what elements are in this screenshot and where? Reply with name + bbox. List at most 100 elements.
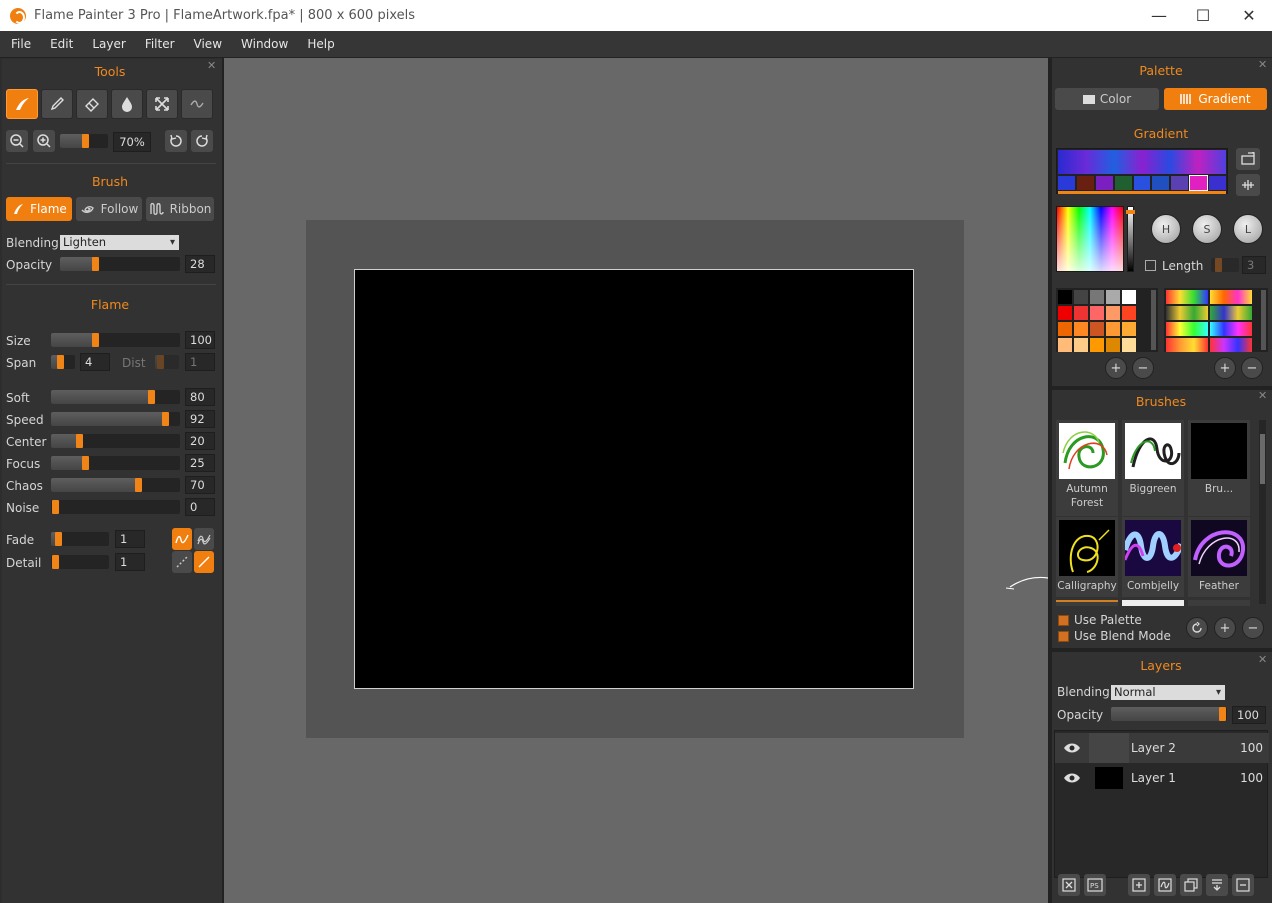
detail-dotted-button[interactable] (172, 551, 192, 573)
fade-mode-b-button[interactable] (194, 528, 214, 550)
menu-edit[interactable]: Edit (39, 37, 81, 51)
focus-value[interactable]: 25 (185, 454, 215, 472)
speed-value[interactable]: 92 (185, 410, 215, 428)
swatch[interactable] (1106, 322, 1120, 336)
gradient-preset[interactable] (1210, 306, 1252, 320)
blur-tool[interactable] (111, 89, 143, 119)
lightness-knob[interactable]: L (1233, 214, 1263, 244)
brush-biggreen[interactable]: Biggreen (1122, 420, 1184, 516)
focus-slider[interactable] (51, 456, 180, 470)
rotate-right-button[interactable] (191, 130, 213, 152)
gradient-stop[interactable] (1189, 175, 1209, 191)
gradient-stop[interactable] (1171, 176, 1189, 190)
merge-down-button[interactable] (1206, 874, 1228, 896)
dist-slider[interactable] (155, 355, 179, 369)
new-layer-button[interactable] (1128, 874, 1150, 896)
flame-mode-button[interactable]: Flame (6, 197, 72, 221)
add-gradient-button[interactable]: + (1214, 357, 1236, 379)
zoom-out-button[interactable] (6, 130, 28, 152)
span-slider[interactable] (51, 355, 75, 369)
smudge-tool[interactable] (181, 89, 213, 119)
swatch[interactable] (1074, 306, 1088, 320)
lightness-marker[interactable] (1126, 210, 1135, 214)
export-psd-button[interactable]: PS (1084, 874, 1106, 896)
swatch[interactable] (1058, 306, 1072, 320)
drawing-canvas[interactable] (354, 269, 914, 689)
swatch[interactable] (1122, 338, 1136, 352)
ribbon-mode-button[interactable]: Ribbon (146, 197, 214, 221)
use-blend-mode-checkbox[interactable] (1058, 631, 1069, 642)
menu-layer[interactable]: Layer (81, 37, 133, 51)
gradient-stop[interactable] (1095, 176, 1113, 190)
delete-layer-content-button[interactable] (1058, 874, 1080, 896)
swatch[interactable] (1090, 338, 1104, 352)
noise-value[interactable]: 0 (185, 498, 215, 516)
length-value[interactable]: 3 (1242, 256, 1266, 274)
swatch[interactable] (1106, 306, 1120, 320)
layer-effect-button[interactable] (1154, 874, 1176, 896)
add-brush-button[interactable]: + (1214, 617, 1236, 639)
gradient-preset[interactable] (1166, 290, 1208, 304)
gradient-stop[interactable] (1076, 176, 1094, 190)
size-value[interactable]: 100 (185, 331, 215, 349)
chaos-value[interactable]: 70 (185, 476, 215, 494)
swatch-grid-left[interactable] (1056, 288, 1158, 352)
noise-slider[interactable] (51, 500, 180, 514)
dist-value[interactable]: 1 (185, 353, 215, 371)
soft-value[interactable]: 80 (185, 388, 215, 406)
gradient-presets-grid[interactable] (1164, 288, 1268, 352)
transform-tool[interactable] (146, 89, 178, 119)
layer-row-layer-2[interactable]: Layer 2 100 (1055, 733, 1269, 763)
canvas-workspace[interactable] (224, 58, 1048, 903)
swatch[interactable] (1122, 306, 1136, 320)
brush-autumn-forest[interactable]: Autumn Forest (1056, 420, 1118, 516)
lightness-strip[interactable] (1127, 206, 1134, 272)
menu-window[interactable]: Window (230, 37, 296, 51)
menu-help[interactable]: Help (296, 37, 342, 51)
close-window-button[interactable]: ✕ (1226, 0, 1272, 31)
opacity-value[interactable]: 28 (185, 255, 215, 273)
length-checkbox[interactable] (1145, 260, 1156, 271)
brush-calligraphy[interactable]: Calligraphy (1056, 517, 1118, 597)
speed-slider[interactable] (51, 412, 180, 426)
swatch[interactable] (1074, 290, 1088, 304)
delete-layer-button[interactable] (1232, 874, 1254, 896)
swatch[interactable] (1090, 290, 1104, 304)
follow-mode-button[interactable]: Follow (76, 197, 142, 221)
detail-value[interactable]: 1 (115, 553, 145, 571)
gradient-preset[interactable] (1166, 338, 1208, 352)
reload-brush-button[interactable] (1186, 617, 1208, 639)
swatch[interactable] (1058, 322, 1072, 336)
soft-slider[interactable] (51, 390, 180, 404)
swatch[interactable] (1090, 306, 1104, 320)
gradient-preset[interactable] (1166, 322, 1208, 336)
opacity-slider[interactable] (60, 257, 180, 271)
span-value[interactable]: 4 (80, 353, 110, 371)
rotate-left-button[interactable] (165, 130, 187, 152)
gradient-distribute-button[interactable] (1236, 174, 1260, 196)
brush-bru[interactable]: Bru... (1188, 420, 1250, 516)
layer-row-layer-1[interactable]: Layer 1 100 (1055, 763, 1269, 793)
gradient-stop[interactable] (1209, 176, 1227, 190)
swatch[interactable] (1106, 338, 1120, 352)
layer-blending-select[interactable]: Normal (1111, 685, 1225, 700)
layers-close-button[interactable]: ✕ (1258, 653, 1267, 666)
swatch[interactable] (1106, 290, 1120, 304)
gradient-stops[interactable] (1058, 175, 1227, 191)
brushes-close-button[interactable]: ✕ (1258, 389, 1267, 402)
length-slider[interactable] (1211, 258, 1239, 272)
gradient-presets-scrollbar[interactable] (1261, 290, 1266, 350)
zoom-value[interactable]: 70% (113, 132, 151, 152)
brush-scrollbar[interactable] (1259, 420, 1266, 604)
swatch[interactable] (1058, 290, 1072, 304)
fade-value[interactable]: 1 (115, 530, 145, 548)
gradient-editor[interactable] (1056, 148, 1228, 194)
swatch[interactable] (1074, 322, 1088, 336)
fade-slider[interactable] (51, 532, 109, 546)
maximize-button[interactable]: ☐ (1180, 0, 1226, 31)
use-palette-checkbox[interactable] (1058, 615, 1069, 626)
add-swatch-button[interactable]: + (1105, 357, 1127, 379)
eye-icon[interactable] (1063, 742, 1081, 754)
chaos-slider[interactable] (51, 478, 180, 492)
remove-swatch-button[interactable]: − (1132, 357, 1154, 379)
